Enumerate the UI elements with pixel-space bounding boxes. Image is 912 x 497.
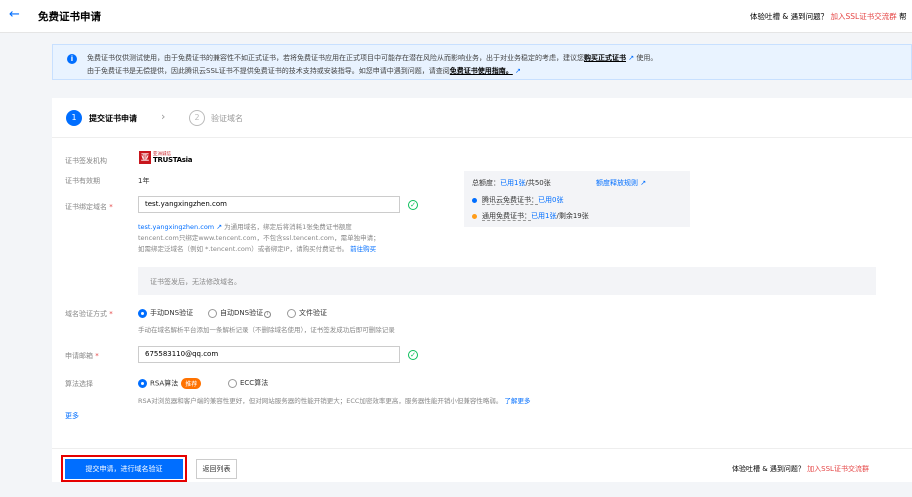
algo-label: 算法选择 bbox=[65, 380, 93, 388]
header-help-text: 体验吐槽 & 遇到问题？ bbox=[750, 12, 829, 21]
footer-help: 体验吐槽 & 遇到问题？ 加入SSL证书交流群 bbox=[732, 464, 869, 474]
email-input[interactable]: 675583110@qq.com bbox=[138, 346, 400, 363]
free-cert-guide-link[interactable]: 免费证书使用指南。 bbox=[450, 67, 513, 75]
step-1-number: 1 bbox=[66, 110, 82, 126]
trustasia-logo: 亚 亚洲诚信 TRUSTAsia bbox=[139, 151, 192, 167]
radio-auto-dns[interactable]: 自动DNS验证 i bbox=[208, 308, 272, 318]
radio-manual-dns-label: 手动DNS验证 bbox=[150, 309, 194, 317]
quota-rule-link[interactable]: 额度释放规则 ↗ bbox=[596, 178, 646, 188]
go-buy-link[interactable]: 前往购买 bbox=[350, 245, 376, 253]
validity-label: 证书有效期 bbox=[65, 177, 100, 185]
blue-dot-icon bbox=[472, 197, 477, 203]
buy-formal-cert-link[interactable]: 购买正式证书 bbox=[584, 54, 626, 62]
radio-auto-dns-label: 自动DNS验证 bbox=[220, 309, 264, 317]
radio-unchecked-icon bbox=[208, 308, 217, 318]
algo-hint-text: RSA对浏览器和客户端的兼容性更好，但对网站服务器的性能开销更大；ECC加密效率… bbox=[138, 397, 503, 405]
radio-file[interactable]: 文件验证 bbox=[287, 308, 327, 318]
domain-lock-tip: 证书签发后，无法修改域名。 bbox=[138, 267, 876, 295]
notice-line-1-text: 免费证书仅供测试使用，由于免费证书的兼容性不如正式证书，若将免费证书应用在正式项… bbox=[87, 54, 584, 62]
trustasia-logo-mark: 亚 bbox=[139, 151, 151, 164]
footer-help-text: 体验吐槽 & 遇到问题？ bbox=[732, 465, 805, 473]
email-valid-icon: ✓ bbox=[408, 350, 418, 360]
quota-total-used: 已用1张 bbox=[500, 179, 526, 187]
quota-rule-text: 额度释放规则 bbox=[596, 179, 638, 187]
help-icon[interactable]: i bbox=[264, 311, 272, 318]
notice-line-2: 由于免费证书是无偿提供，因此腾讯云SSL证书不提供免费证书的技术支持或安装指导。… bbox=[87, 66, 521, 76]
verify-hint: 手动在域名解析平台添加一条解析记录（不删除域名使用），证书签发成功后即可删除记录 bbox=[138, 326, 395, 334]
email-label-text: 申请邮箱 bbox=[65, 352, 93, 360]
step-2-label: 验证域名 bbox=[211, 114, 243, 123]
domain-valid-icon: ✓ bbox=[408, 200, 418, 210]
quota-total-rest: /共50张 bbox=[525, 179, 551, 187]
back-to-list-button[interactable]: 返回列表 bbox=[196, 459, 237, 479]
radio-manual-dns[interactable]: 手动DNS验证 bbox=[138, 308, 193, 318]
header-extra[interactable]: 帮 bbox=[899, 12, 907, 21]
back-arrow-icon[interactable]: ← bbox=[9, 7, 20, 22]
notice-line-1: 免费证书仅供测试使用，由于免费证书的兼容性不如正式证书，若将免费证书应用在正式项… bbox=[87, 53, 657, 63]
header-help-link[interactable]: 加入SSL证书交流群 bbox=[831, 12, 897, 21]
orange-dot-icon bbox=[472, 213, 477, 219]
more-toggle[interactable]: 更多 bbox=[65, 411, 79, 421]
radio-ecc-label: ECC算法 bbox=[240, 379, 269, 387]
issuer-label: 证书签发机构 bbox=[65, 157, 107, 165]
quota-general-label: 通用免费证书： bbox=[482, 212, 531, 221]
algo-hint: RSA对浏览器和客户端的兼容性更好，但对网站服务器的性能开销更大；ECC加密效率… bbox=[138, 395, 530, 405]
verify-label: 域名验证方式 * bbox=[65, 310, 113, 318]
domain-hint-2: tencent.com只绑定www.tencent.com，不包含ssl.ten… bbox=[138, 234, 380, 242]
quota-general-rest: /剩余19张 bbox=[556, 212, 589, 220]
radio-rsa-label: RSA算法 bbox=[150, 379, 179, 388]
radio-checked-icon bbox=[138, 379, 147, 388]
domain-hint-3: 如需绑定泛域名（例如 *.tencent.com）或者绑定IP，请购买付费证书。… bbox=[138, 243, 376, 253]
domain-hint-domain: test.yangxingzhen.com bbox=[138, 223, 215, 231]
quota-tencent-used: 已用0张 bbox=[538, 196, 564, 204]
notice-line-1-post: 使用。 bbox=[636, 54, 658, 62]
external-link-icon: ↗ bbox=[216, 223, 223, 231]
radio-checked-icon bbox=[138, 308, 147, 318]
quota-general: 通用免费证书：已用1张/剩余19张 bbox=[472, 211, 589, 221]
header-help: 体验吐槽 & 遇到问题？ 加入SSL证书交流群 帮 bbox=[750, 11, 907, 22]
form-footer: 提交申请，进行域名验证 返回列表 体验吐槽 & 遇到问题？ 加入SSL证书交流群 bbox=[52, 448, 912, 482]
step-2-number: 2 bbox=[189, 110, 205, 126]
submit-button[interactable]: 提交申请，进行域名验证 bbox=[65, 459, 183, 479]
external-link-icon: ↗ bbox=[515, 67, 521, 75]
top-bar: ← 免费证书申请 体验吐槽 & 遇到问题？ 加入SSL证书交流群 帮 bbox=[0, 0, 912, 33]
radio-rsa[interactable]: RSA算法 推荐 bbox=[138, 378, 202, 389]
footer-help-link[interactable]: 加入SSL证书交流群 bbox=[807, 465, 869, 473]
quota-panel: 总额度：已用1张/共50张 额度释放规则 ↗ 腾讯云免费证书：已用0张 通用免费… bbox=[464, 171, 690, 227]
notice-banner: i 免费证书仅供测试使用，由于免费证书的兼容性不如正式证书，若将免费证书应用在正… bbox=[52, 44, 912, 80]
step-bar: 1 提交证书申请 › 2 验证域名 bbox=[52, 98, 912, 138]
chevron-right-icon: › bbox=[161, 110, 166, 123]
external-link-icon: ↗ bbox=[640, 179, 647, 187]
domain-label: 证书绑定域名 * bbox=[65, 203, 113, 211]
validity-value: 1年 bbox=[138, 177, 150, 185]
learn-more-link[interactable]: 了解更多 bbox=[504, 397, 530, 405]
domain-hint-1: test.yangxingzhen.com ↗ 为通用域名，绑定后将消耗1张免费… bbox=[138, 221, 352, 231]
domain-hint-3-text: 如需绑定泛域名（例如 *.tencent.com）或者绑定IP，请购买付费证书。 bbox=[138, 245, 349, 253]
email-label: 申请邮箱 * bbox=[65, 352, 99, 360]
quota-total-label: 总额度： bbox=[472, 179, 500, 187]
info-icon: i bbox=[67, 54, 77, 64]
page-title: 免费证书申请 bbox=[38, 11, 101, 23]
quota-general-used: 已用1张 bbox=[531, 212, 557, 220]
quota-tencent: 腾讯云免费证书：已用0张 bbox=[472, 195, 563, 205]
trustasia-logo-en: TRUSTAsia bbox=[153, 156, 193, 164]
form-card: 1 提交证书申请 › 2 验证域名 证书签发机构 亚 亚洲诚信 TRUSTAsi… bbox=[52, 98, 912, 482]
quota-total: 总额度：已用1张/共50张 bbox=[472, 178, 551, 188]
notice-line-2-text: 由于免费证书是无偿提供，因此腾讯云SSL证书不提供免费证书的技术支持或安装指导。… bbox=[87, 67, 450, 75]
domain-hint-1-text: 为通用域名，绑定后将消耗1张免费证书额度 bbox=[224, 223, 352, 231]
radio-ecc[interactable]: ECC算法 bbox=[228, 378, 268, 388]
radio-file-label: 文件验证 bbox=[299, 309, 327, 317]
domain-label-text: 证书绑定域名 bbox=[65, 203, 107, 211]
radio-unchecked-icon bbox=[287, 308, 296, 318]
quota-tencent-label: 腾讯云免费证书： bbox=[482, 196, 538, 205]
verify-label-text: 域名验证方式 bbox=[65, 310, 107, 318]
external-link-icon: ↗ bbox=[628, 54, 635, 62]
radio-unchecked-icon bbox=[228, 378, 237, 388]
step-1-label: 提交证书申请 bbox=[89, 114, 137, 123]
domain-input[interactable]: test.yangxingzhen.com bbox=[138, 196, 400, 213]
recommend-badge: 推荐 bbox=[181, 378, 202, 389]
